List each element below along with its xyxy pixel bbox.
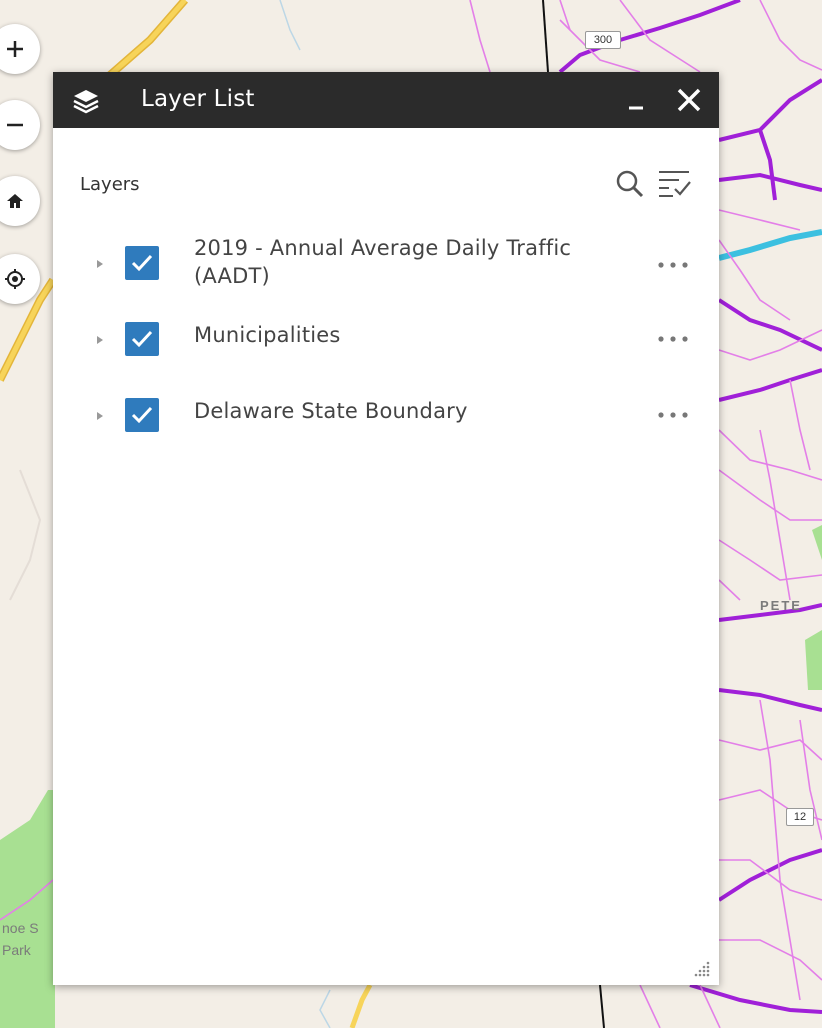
layer-label: Municipalities xyxy=(194,323,341,347)
filter-options-icon[interactable] xyxy=(655,164,695,200)
route-shield-12: 12 xyxy=(786,808,814,826)
layer-row-aadt[interactable]: 2019 - Annual Average Daily Traffic (AAD… xyxy=(53,232,719,302)
layers-icon xyxy=(73,90,99,114)
more-options-icon[interactable] xyxy=(655,258,691,272)
home-icon xyxy=(7,194,23,208)
panel-header[interactable]: Layer List xyxy=(53,72,719,128)
expand-arrow-icon[interactable] xyxy=(95,334,105,346)
layer-list-panel: Layer List Layers 2019 - Annual Average … xyxy=(53,72,719,985)
resize-handle-icon[interactable] xyxy=(693,960,711,978)
checkmark-icon xyxy=(131,406,153,424)
expand-arrow-icon[interactable] xyxy=(95,410,105,422)
plus-icon xyxy=(7,41,23,57)
park-area-right xyxy=(805,630,822,690)
layer-label: 2019 - Annual Average Daily Traffic (AAD… xyxy=(194,236,572,288)
layer-visibility-checkbox[interactable] xyxy=(125,398,159,432)
close-icon[interactable] xyxy=(673,84,705,116)
search-icon[interactable] xyxy=(614,168,646,200)
map-label-pete: PETE xyxy=(760,598,802,613)
layer-visibility-checkbox[interactable] xyxy=(125,246,159,280)
minus-icon xyxy=(7,123,23,127)
expand-arrow-icon[interactable] xyxy=(95,258,105,270)
panel-title: Layer List xyxy=(141,86,255,112)
locate-icon xyxy=(5,269,25,289)
more-options-icon[interactable] xyxy=(655,408,691,422)
checkmark-icon xyxy=(131,254,153,272)
map-label-park-name: noe S xyxy=(2,920,39,936)
layer-row-delaware-boundary[interactable]: Delaware State Boundary xyxy=(53,396,719,436)
checkmark-icon xyxy=(131,330,153,348)
layer-label: Delaware State Boundary xyxy=(194,399,468,423)
route-shield-300: 300 xyxy=(585,31,621,49)
minimize-icon[interactable] xyxy=(623,86,653,116)
layers-heading: Layers xyxy=(80,174,140,195)
layer-visibility-checkbox[interactable] xyxy=(125,322,159,356)
more-options-icon[interactable] xyxy=(655,332,691,346)
map-label-park: Park xyxy=(2,942,31,958)
layer-row-municipalities[interactable]: Municipalities xyxy=(53,320,719,360)
